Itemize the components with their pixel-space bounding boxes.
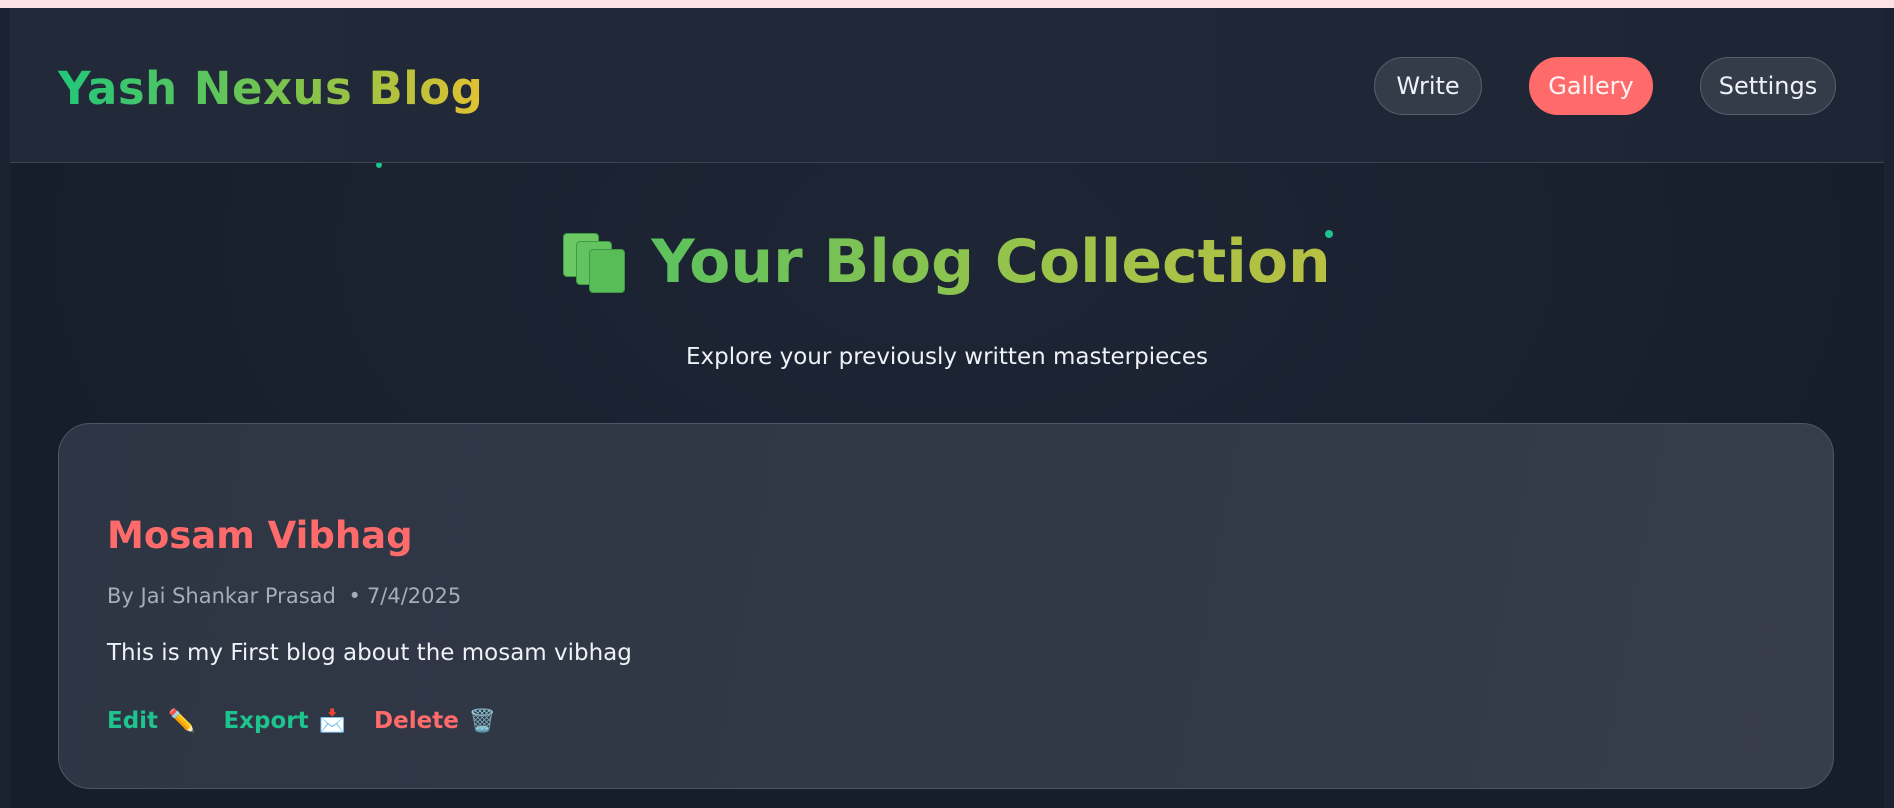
post-excerpt: This is my First blog about the mosam vi… (107, 640, 632, 666)
documents-icon (563, 233, 626, 293)
nav-settings-button[interactable]: Settings (1700, 57, 1836, 115)
page-title-row: Your Blog Collection (0, 222, 1894, 302)
delete-label: Delete (374, 708, 459, 734)
blog-post-card: Mosam Vibhag By Jai Shankar Prasad • 7/4/… (58, 423, 1834, 789)
export-label: Export (223, 708, 309, 734)
edit-button[interactable]: Edit ✏️ (107, 708, 195, 734)
edit-label: Edit (107, 708, 159, 734)
post-title[interactable]: Mosam Vibhag (107, 514, 413, 557)
wastebasket-icon: 🗑️ (468, 708, 497, 734)
nav-write-button[interactable]: Write (1374, 57, 1482, 115)
pencil-icon: ✏️ (168, 708, 196, 734)
post-author: Jai Shankar Prasad (140, 584, 336, 608)
page-title: Your Blog Collection (651, 227, 1331, 297)
top-nav-bar: Yash Nexus Blog Write Gallery Settings (10, 8, 1884, 163)
post-meta: By Jai Shankar Prasad • 7/4/2025 (107, 584, 461, 608)
meta-separator: • (348, 584, 361, 608)
post-date: 7/4/2025 (366, 584, 462, 608)
nav-gallery-button[interactable]: Gallery (1529, 57, 1653, 115)
page-subtitle: Explore your previously written masterpi… (685, 344, 1209, 370)
post-actions: Edit ✏️ Export 📩 Delete 🗑️ (107, 708, 496, 734)
top-strip (0, 0, 1894, 8)
envelope-export-icon: 📩 (318, 708, 347, 734)
delete-button[interactable]: Delete 🗑️ (374, 708, 496, 734)
brand-logo[interactable]: Yash Nexus Blog (58, 62, 483, 116)
author-prefix: By (107, 584, 134, 608)
export-button[interactable]: Export 📩 (223, 708, 346, 734)
